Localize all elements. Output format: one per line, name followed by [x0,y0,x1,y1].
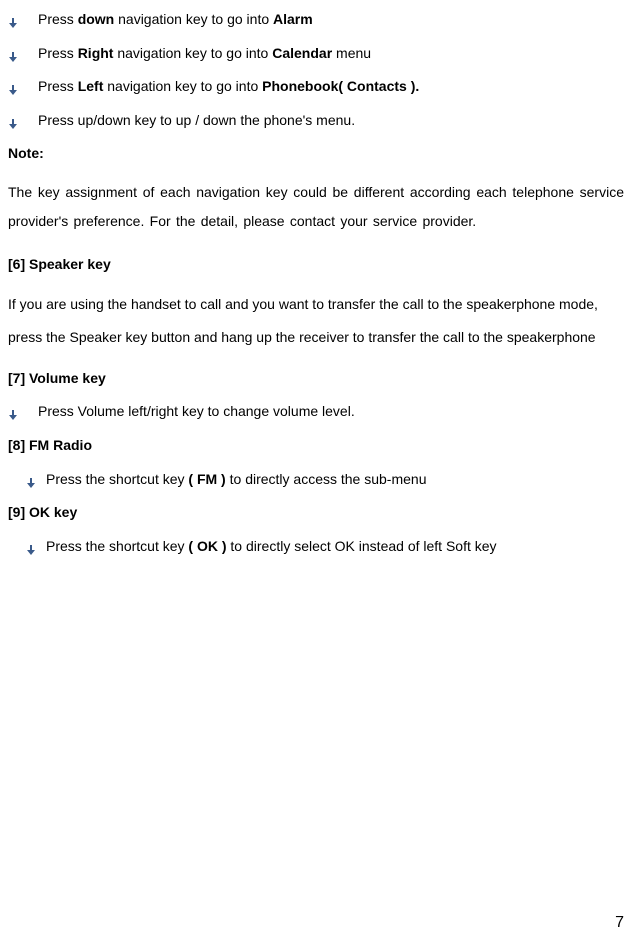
list-item: Press down navigation key to go into Ala… [8,10,624,30]
list-item-text: Press up/down key to up / down the phone… [38,111,624,131]
list-item: Press the shortcut key ( FM ) to directl… [8,470,624,490]
section-heading: [7] Volume key [8,369,624,389]
arrow-down-icon [8,115,18,125]
note-paragraph: The key assignment of each navigation ke… [8,178,624,237]
arrow-down-icon [8,406,18,416]
list-item-text: Press Right navigation key to go into Ca… [38,44,624,64]
list-item: Press Right navigation key to go into Ca… [8,44,624,64]
arrow-down-icon [26,474,36,484]
section-body: If you are using the handset to call and… [8,288,624,352]
list-item-text: Press down navigation key to go into Ala… [38,10,624,30]
arrow-down-icon [8,81,18,91]
list-item: Press Left navigation key to go into Pho… [8,77,624,97]
section-heading: [6] Speaker key [8,255,624,275]
arrow-down-icon [8,14,18,24]
list-item: Press up/down key to up / down the phone… [8,111,624,131]
list-item: Press Volume left/right key to change vo… [8,402,624,422]
list-item-text: Press Volume left/right key to change vo… [38,402,624,422]
list-item-text: Press the shortcut key ( FM ) to directl… [46,470,624,490]
section-heading: [8] FM Radio [8,436,624,456]
list-item: Press the shortcut key ( OK ) to directl… [8,537,624,557]
list-item-text: Press Left navigation key to go into Pho… [38,77,624,97]
arrow-down-icon [8,48,18,58]
section-heading: [9] OK key [8,503,624,523]
page-number: 7 [615,912,624,934]
page-content: Press down navigation key to go into Ala… [8,10,630,556]
note-label: Note: [8,144,624,164]
list-item-text: Press the shortcut key ( OK ) to directl… [46,537,624,557]
arrow-down-icon [26,541,36,551]
